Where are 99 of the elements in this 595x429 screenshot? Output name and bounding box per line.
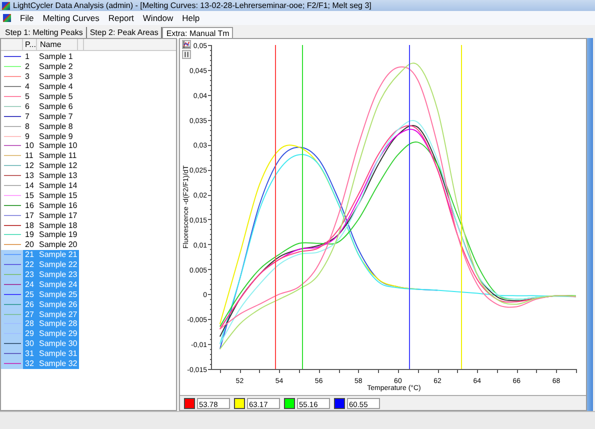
table-cell: Sample 30 [39,339,78,348]
list-row[interactable]: 16 Sample 16 [1,200,79,210]
table-cell-text: 5 [24,92,30,101]
table-cell: Sample 6 [39,102,73,111]
list-row[interactable]: 6 Sample 6 [1,101,79,112]
list-row[interactable]: 4 Sample 4 [1,82,79,92]
table-cell-text: 15 [24,190,35,200]
table-cell-text: 1 [24,52,30,62]
table-cell: Sample 26 [39,300,78,309]
table-cell-text: 8 [24,122,30,131]
table-cell-text: 23 [24,270,35,280]
table-cell: Sample 12 [39,161,78,170]
menu-item[interactable]: Help [182,13,200,23]
list-row[interactable]: 18 Sample 18 [1,220,79,230]
pause-icon[interactable] [182,50,191,59]
table-cell-text: 30 [24,339,35,348]
table-cell: Sample 31 [39,349,78,358]
table-cell: Sample 20 [39,240,78,250]
table-cell: Sample 15 [39,190,78,200]
table-cell: Sample 17 [39,210,78,220]
table-cell-text: 25 [24,290,35,299]
table-cell: Sample 4 [39,82,73,92]
color-swatch[interactable] [284,398,295,408]
list-row[interactable]: 10 Sample 10 [1,141,79,151]
table-cell-text: 22 [24,260,35,270]
table-cell: Sample 10 [39,141,78,150]
table-cell: Sample 32 [39,359,78,368]
table-cell: Sample 21 [39,250,78,260]
list-row[interactable]: 17 Sample 17 [1,210,79,220]
list-row[interactable]: 15 Sample 15 [1,190,79,200]
table-cell-text: 4 [24,82,30,92]
table-cell: Sample 9 [39,132,73,141]
color-swatch[interactable] [334,398,345,408]
menu-item[interactable]: Window [142,13,174,23]
table-cell-text: 27 [24,310,35,319]
table-cell-text: 29 [24,329,35,338]
table-cell-text: 32 [24,359,35,368]
chart-icon[interactable] [182,40,191,49]
table-cell-text: 28 [24,319,35,328]
table-cell: Sample 18 [39,220,78,230]
list-row[interactable]: 1 Sample 1 [1,52,79,62]
table-cell-text: 11 [24,151,34,160]
list-row[interactable]: 8 Sample 8 [1,121,79,132]
table-cell: Sample 13 [39,171,78,180]
table-cell: Sample 25 [39,290,78,299]
table-cell-text: 16 [24,200,35,210]
table-cell-text: 26 [24,300,35,309]
table-cell: Sample 16 [39,200,78,210]
table-cell: Sample 27 [39,310,78,319]
table-cell: Sample 19 [39,230,78,240]
table-cell-text: 10 [24,141,35,150]
list-row[interactable]: 2 Sample 2 [1,62,79,72]
table-cell: Sample 24 [39,280,78,289]
column-header[interactable]: P... [23,39,37,50]
color-swatch[interactable] [234,398,245,408]
table-cell: Sample 1 [39,52,73,62]
table-cell-text: 14 [24,181,35,190]
list-row[interactable]: 20 Sample 20 [1,240,79,250]
menu-item[interactable]: Report [108,13,134,23]
table-cell: Sample 23 [39,270,78,280]
table-cell-text: 20 [24,240,35,250]
table-cell-text: 7 [24,112,30,121]
table-cell: Sample 14 [39,181,78,190]
tab[interactable]: Extra: Manual Tm [162,27,234,38]
table-cell-text: 21 [24,250,35,260]
table-cell: Sample 2 [39,62,73,72]
table-cell-text: 12 [24,161,35,170]
color-swatch[interactable] [184,398,195,408]
table-cell-text: 31 [24,349,35,358]
table-cell: Sample 11 [39,151,77,160]
table-cell-text: 18 [24,220,35,230]
table-cell-text: 24 [24,280,35,289]
window-title: LightCycler Data Analysis (admin) - [Melting Curves: 13-02-28-Lehrerseminar-ooe; F2/F1; Melt seg 3] [13,1,372,10]
list-row[interactable]: 19 Sample 19 [1,230,79,240]
list-row[interactable]: 3 Sample 3 [1,72,79,82]
table-cell: Sample 7 [39,112,73,121]
table-cell: Sample 29 [39,329,78,338]
table-cell-text: 13 [24,171,35,180]
list-row[interactable]: 14 Sample 14 [1,180,79,190]
list-row[interactable]: 12 Sample 12 [1,160,79,171]
menu-item[interactable]: Melting Curves [42,13,100,23]
table-cell: Sample 8 [39,122,73,131]
table-cell-text: 9 [24,132,30,141]
column-header[interactable]: Name [37,39,78,50]
table-cell-text: 6 [24,102,30,111]
table-cell-text: 3 [24,72,30,82]
list-row[interactable]: 11 Sample 11 [1,150,79,161]
list-row[interactable]: 7 Sample 7 [1,111,79,122]
table-cell: Sample 28 [39,319,78,328]
list-row[interactable]: 5 Sample 5 [1,92,79,102]
table-cell: Sample 22 [39,260,78,270]
table-cell: Sample 3 [39,72,73,82]
table-cell-text: 2 [24,62,30,72]
table-cell: Sample 5 [39,92,73,101]
list-row[interactable]: 9 Sample 9 [1,131,79,142]
table-cell-text: 19 [24,230,35,240]
table-cell-text: 17 [24,210,35,220]
list-row[interactable]: 13 Sample 13 [1,170,79,181]
menu-item[interactable]: File [20,13,34,23]
